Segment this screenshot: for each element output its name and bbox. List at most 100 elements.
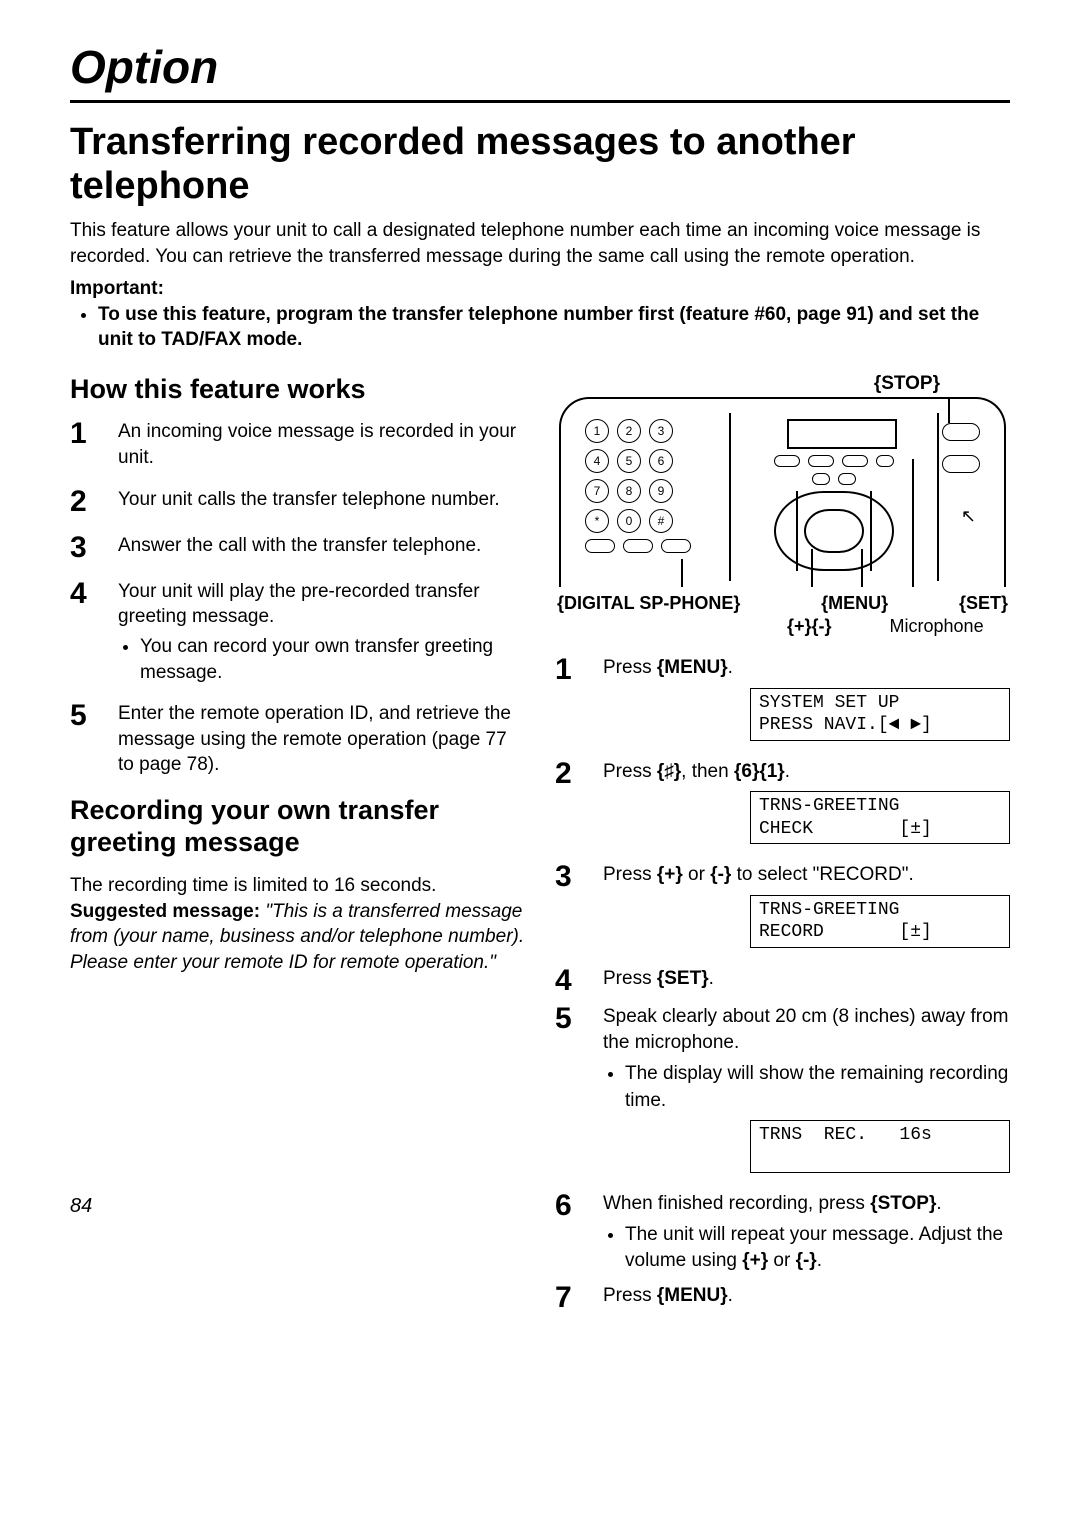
minus-key: {-}: [796, 1250, 817, 1271]
important-label: Important:: [70, 278, 1010, 300]
step-body: Your unit will play the pre-recorded tra…: [118, 579, 525, 686]
step-pre: Press: [603, 1285, 657, 1306]
right-column: {STOP} 123 456 789 *0#: [555, 373, 1010, 1321]
menu-key: {MENU}: [657, 657, 728, 678]
left-step-4: 4 Your unit will play the pre-recorded t…: [70, 579, 525, 686]
key-5: 5: [617, 449, 641, 473]
step-number: 3: [555, 862, 583, 958]
two-column-layout: How this feature works 1 An incoming voi…: [70, 373, 1010, 1321]
step-number: 7: [555, 1283, 583, 1313]
step-post: .: [728, 657, 733, 678]
key-0: 0: [617, 509, 641, 533]
lead-line: [811, 549, 813, 587]
key-3: 3: [649, 419, 673, 443]
center-panel: [729, 413, 939, 581]
lead-line: [861, 549, 863, 587]
step-number: 3: [70, 533, 98, 563]
right-buttons: [942, 423, 980, 473]
stop-key: {STOP}: [870, 1193, 936, 1214]
stop-label: {STOP}: [555, 373, 1010, 395]
plus-key: {+}: [657, 864, 683, 885]
lead-line: [948, 399, 950, 423]
panel-button: [808, 455, 834, 467]
plus-key: {+}: [742, 1250, 768, 1271]
right-step-5: 5 Speak clearly about 20 cm (8 inches) a…: [555, 1004, 1010, 1183]
step-body: Press {+} or {-} to select "RECORD". TRN…: [603, 862, 1010, 958]
page-number: 84: [70, 1195, 525, 1218]
oval-button: [942, 455, 980, 473]
keypad: 123 456 789 *0#: [585, 419, 715, 553]
rec-limit: The recording time is limited to 16 seco…: [70, 875, 436, 896]
key-hash: #: [649, 509, 673, 533]
menu-key: {MENU}: [657, 1285, 728, 1306]
label-plusminus: {+}{-}: [787, 616, 832, 637]
pill-button: [623, 539, 653, 553]
mic-arrow-icon: ↖: [961, 506, 976, 527]
device-outline: 123 456 789 *0#: [559, 397, 1006, 587]
left-step-5: 5 Enter the remote operation ID, and ret…: [70, 701, 525, 778]
step-number: 2: [555, 759, 583, 855]
step-mid: or: [683, 864, 710, 885]
key-9: 9: [649, 479, 673, 503]
step-text: Speak clearly about 20 cm (8 inches) awa…: [603, 1006, 1009, 1054]
step-pre: Press: [603, 657, 657, 678]
intro-text: This feature allows your unit to call a …: [70, 218, 1010, 269]
lcd-display: TRNS REC. 16s: [750, 1120, 1010, 1173]
step-sub: The display will show the remaining reco…: [625, 1061, 1010, 1114]
num-keys: {6}{1}: [734, 761, 785, 782]
step-number: 6: [555, 1191, 583, 1275]
panel-button: [876, 455, 894, 467]
step-sub: The unit will repeat your message. Adjus…: [625, 1222, 1010, 1275]
step-mid: , then: [681, 761, 734, 782]
step-body: Press {SET}.: [603, 966, 1010, 996]
minus-key: {-}: [710, 864, 731, 885]
how-works-steps: 1 An incoming voice message is recorded …: [70, 419, 525, 778]
hash-key: {♯}: [657, 761, 681, 782]
key-8: 8: [617, 479, 641, 503]
right-step-3: 3 Press {+} or {-} to select "RECORD". T…: [555, 862, 1010, 958]
key-7: 7: [585, 479, 609, 503]
right-step-1: 1 Press {MENU}. SYSTEM SET UP PRESS NAVI…: [555, 655, 1010, 751]
step-number: 1: [70, 419, 98, 470]
step-number: 5: [555, 1004, 583, 1183]
key-6: 6: [649, 449, 673, 473]
lead-line: [681, 559, 683, 587]
pill-button: [585, 539, 615, 553]
important-list: To use this feature, program the transfe…: [98, 302, 1010, 353]
sub-mid: or: [768, 1250, 795, 1271]
left-step-1: 1 An incoming voice message is recorded …: [70, 419, 525, 470]
step-sub: You can record your own transfer greetin…: [140, 634, 525, 685]
label-set: {SET}: [959, 593, 1008, 614]
step-body: An incoming voice message is recorded in…: [118, 419, 525, 470]
step-number: 2: [70, 487, 98, 517]
step-pre: Press: [603, 968, 657, 989]
step-post: .: [936, 1193, 941, 1214]
lcd-display: TRNS-GREETING RECORD [±]: [750, 895, 1010, 948]
step-body: Enter the remote operation ID, and retri…: [118, 701, 525, 778]
panel-button: [774, 455, 800, 467]
step-post: .: [709, 968, 714, 989]
section-title: Transferring recorded messages to anothe…: [70, 121, 1010, 208]
left-column: How this feature works 1 An incoming voi…: [70, 373, 525, 1321]
diagram-labels: {DIGITAL SP-PHONE} {MENU} {SET}: [557, 593, 1008, 614]
panel-button: [842, 455, 868, 467]
right-step-2: 2 Press {♯}, then {6}{1}. TRNS-GREETING …: [555, 759, 1010, 855]
chapter-title: Option: [70, 40, 1010, 103]
key-1: 1: [585, 419, 609, 443]
step-pre: When finished recording, press: [603, 1193, 870, 1214]
left-step-2: 2 Your unit calls the transfer telephone…: [70, 487, 525, 517]
oval-button: [942, 423, 980, 441]
page: Option Transferring recorded messages to…: [0, 0, 1080, 1351]
left-step-3: 3 Answer the call with the transfer tele…: [70, 533, 525, 563]
right-step-6: 6 When finished recording, press {STOP}.…: [555, 1191, 1010, 1275]
panel-button: [812, 473, 830, 485]
how-works-heading: How this feature works: [70, 373, 525, 405]
suggested-label: Suggested message:: [70, 901, 260, 922]
important-bullet: To use this feature, program the transfe…: [98, 302, 1010, 353]
label-dsp: {DIGITAL SP-PHONE}: [557, 593, 740, 614]
step-number: 4: [555, 966, 583, 996]
lcd-display: SYSTEM SET UP PRESS NAVI.[◄ ►]: [750, 688, 1010, 741]
step-number: 4: [70, 579, 98, 686]
diagram-labels-2: {+}{-} Microphone: [557, 616, 1008, 637]
right-step-4: 4 Press {SET}.: [555, 966, 1010, 996]
